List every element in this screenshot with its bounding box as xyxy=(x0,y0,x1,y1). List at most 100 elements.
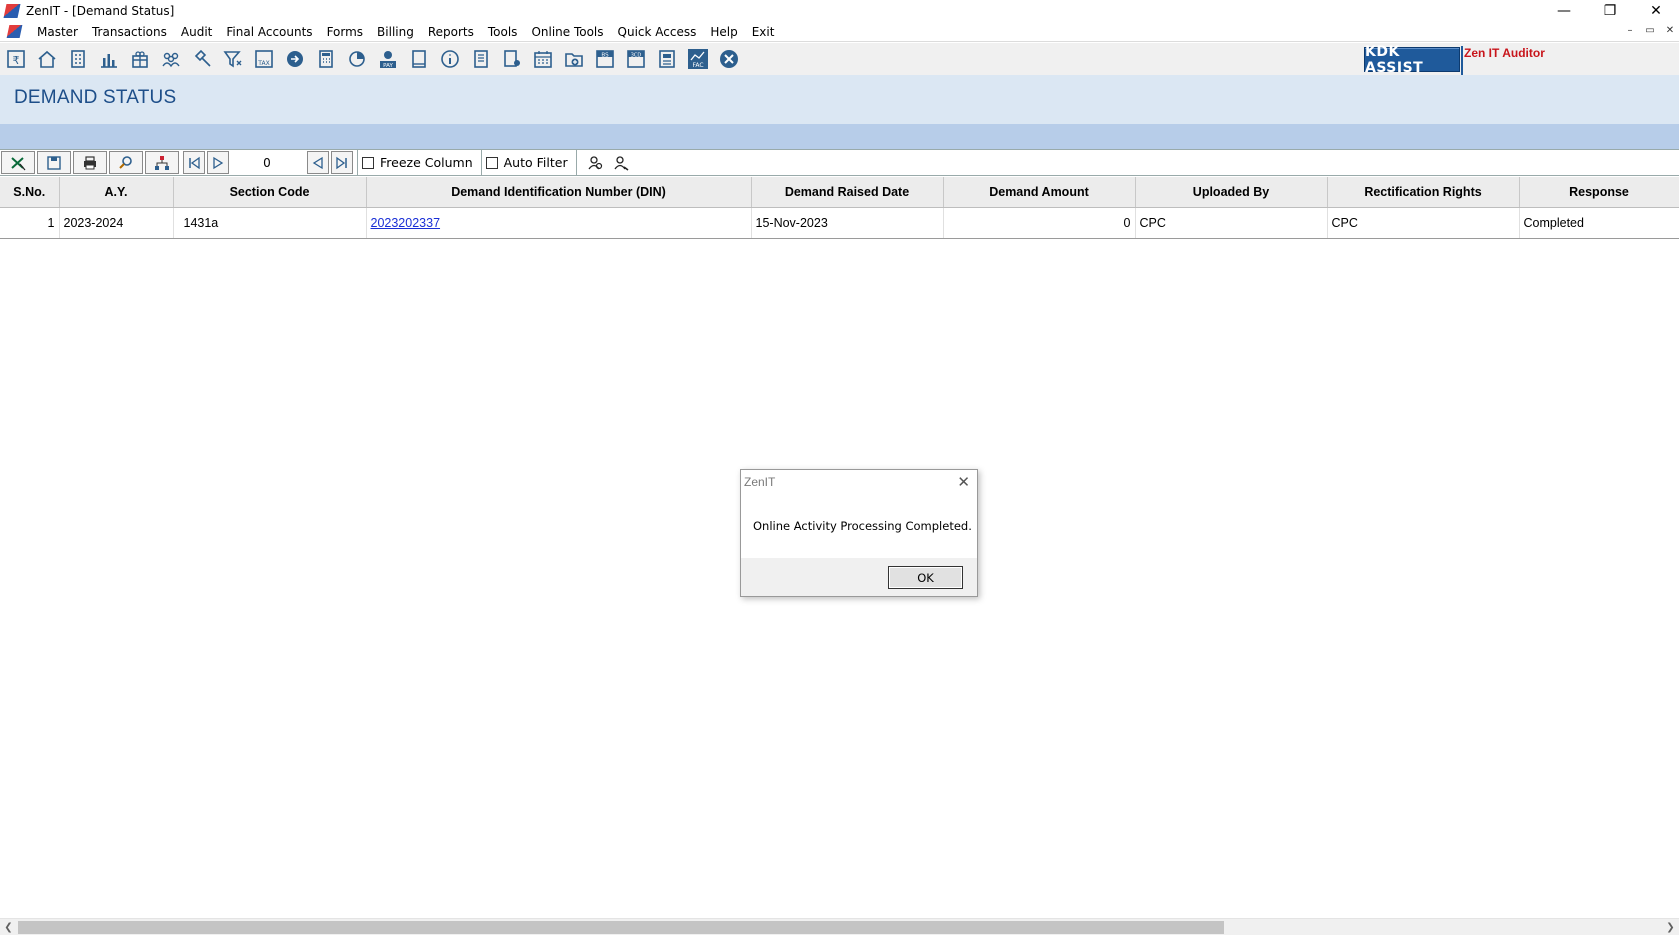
menu-master[interactable]: Master xyxy=(30,25,85,39)
child-close-button[interactable]: ✕ xyxy=(1663,24,1677,38)
user-search-icon[interactable] xyxy=(587,155,603,171)
tax-icon-label: TAX xyxy=(257,60,269,67)
cell-demand-amount[interactable]: 0 xyxy=(943,207,1136,239)
report-icon[interactable] xyxy=(469,47,493,71)
column-header-section-code[interactable]: Section Code xyxy=(173,177,367,208)
menu-quick-access[interactable]: Quick Access xyxy=(611,25,704,39)
menu-help[interactable]: Help xyxy=(703,25,744,39)
user-find-icon[interactable] xyxy=(613,155,629,171)
child-minimize-button[interactable]: – xyxy=(1623,24,1637,38)
arrow-circle-icon[interactable] xyxy=(283,47,307,71)
cell-sno[interactable]: 1 xyxy=(0,207,60,239)
menu-reports[interactable]: Reports xyxy=(421,25,481,39)
kdk-separator xyxy=(1461,46,1463,75)
user-doc-icon[interactable] xyxy=(500,47,524,71)
first-page-button[interactable] xyxy=(183,151,205,174)
menu-tools[interactable]: Tools xyxy=(481,25,525,39)
menu-online-tools[interactable]: Online Tools xyxy=(524,25,610,39)
minimize-button[interactable]: — xyxy=(1541,0,1587,22)
folder-add-icon[interactable] xyxy=(562,47,586,71)
dialog-title: ZenIT xyxy=(744,475,776,489)
close-window-button[interactable]: ✕ xyxy=(1633,0,1679,22)
print-button[interactable] xyxy=(73,151,107,174)
column-header-rectification-rights[interactable]: Rectification Rights xyxy=(1327,177,1520,208)
column-header-uploaded-by[interactable]: Uploaded By xyxy=(1135,177,1328,208)
cell-section-code[interactable]: 1431a xyxy=(173,207,367,239)
bar-chart-icon[interactable] xyxy=(97,47,121,71)
auto-filter-option[interactable]: Auto Filter xyxy=(480,150,576,175)
hammer-icon[interactable] xyxy=(190,47,214,71)
last-page-icon xyxy=(336,156,347,169)
ledger-icon[interactable] xyxy=(655,47,679,71)
cell-din[interactable]: 2023202337 xyxy=(366,207,752,239)
calculator-icon[interactable] xyxy=(314,47,338,71)
child-restore-button[interactable]: ▭ xyxy=(1643,24,1657,38)
rupee-icon[interactable]: ₹ xyxy=(4,47,28,71)
header-band: DEMAND STATUS xyxy=(0,75,1679,124)
previous-page-button[interactable] xyxy=(307,151,329,174)
menu-exit[interactable]: Exit xyxy=(745,25,782,39)
freeze-column-checkbox[interactable] xyxy=(362,156,374,169)
people-icon[interactable] xyxy=(159,47,183,71)
zen-it-auditor-label: Zen IT Auditor xyxy=(1464,46,1545,60)
export-excel-button[interactable] xyxy=(1,151,35,174)
window-title: ZenIT - [Demand Status] xyxy=(26,4,175,18)
cell-uploaded-by[interactable]: CPC xyxy=(1135,207,1328,239)
search-tools xyxy=(575,150,637,175)
scroll-right-arrow[interactable]: ❯ xyxy=(1662,919,1679,936)
child-window-controls: – ▭ ✕ xyxy=(1623,24,1677,38)
calendar-icon[interactable] xyxy=(531,47,555,71)
building-icon[interactable] xyxy=(66,47,90,71)
menu-transactions[interactable]: Transactions xyxy=(85,25,174,39)
kdk-assist-button[interactable]: KDK ASSIST xyxy=(1364,44,1460,76)
title-bar: ZenIT - [Demand Status] — ❐ ✕ xyxy=(0,0,1679,22)
scrollbar-thumb[interactable] xyxy=(18,921,1224,934)
hierarchy-button[interactable] xyxy=(145,151,179,174)
column-header-din[interactable]: Demand Identification Number (DIN) xyxy=(366,177,752,208)
cell-rectification-rights[interactable]: CPC xyxy=(1327,207,1520,239)
column-header-demand-amount[interactable]: Demand Amount xyxy=(943,177,1136,208)
cell-response[interactable]: Completed xyxy=(1519,207,1679,239)
freeze-column-option[interactable]: Freeze Column xyxy=(357,150,481,175)
ok-button[interactable]: OK xyxy=(888,566,963,589)
column-header-sno[interactable]: S.No. xyxy=(0,177,60,208)
book-icon[interactable] xyxy=(407,47,431,71)
cell-demand-raised-date[interactable]: 15-Nov-2023 xyxy=(751,207,944,239)
scroll-left-arrow[interactable]: ❮ xyxy=(0,919,17,936)
close-circle-icon[interactable] xyxy=(717,47,741,71)
page-title: DEMAND STATUS xyxy=(14,87,177,108)
horizontal-scrollbar[interactable]: ❮ ❯ xyxy=(0,918,1679,935)
document-logo-icon[interactable] xyxy=(6,25,23,38)
filter-icon[interactable] xyxy=(221,47,245,71)
cell-ay[interactable]: 2023-2024 xyxy=(59,207,174,239)
column-header-response[interactable]: Response xyxy=(1519,177,1679,208)
dialog-close-icon[interactable]: ✕ xyxy=(957,473,970,491)
find-button[interactable] xyxy=(109,151,143,174)
last-page-button[interactable] xyxy=(331,151,353,174)
column-header-ay[interactable]: A.Y. xyxy=(59,177,174,208)
column-header-demand-raised-date[interactable]: Demand Raised Date xyxy=(751,177,944,208)
dialog-message: Online Activity Processing Completed. xyxy=(753,519,972,533)
menu-final-accounts[interactable]: Final Accounts xyxy=(219,25,319,39)
home-icon[interactable] xyxy=(35,47,59,71)
table-row[interactable]: 1 2023-2024 1431a 2023202337 15-Nov-2023… xyxy=(0,207,1679,239)
din-link[interactable]: 2023202337 xyxy=(371,216,441,230)
printer-icon xyxy=(84,155,96,169)
pie-chart-icon[interactable] xyxy=(345,47,369,71)
next-page-button[interactable] xyxy=(207,151,229,174)
3cd-icon[interactable]: 3CD xyxy=(624,47,648,71)
auto-filter-checkbox[interactable] xyxy=(485,156,498,169)
fac-icon[interactable]: FAC xyxy=(686,47,710,71)
play-icon xyxy=(213,156,224,169)
menu-billing[interactable]: Billing xyxy=(370,25,421,39)
bs-icon[interactable]: BS xyxy=(593,47,617,71)
restore-button[interactable]: ❐ xyxy=(1587,0,1633,22)
pay-icon[interactable]: PAY xyxy=(376,47,400,71)
menu-audit[interactable]: Audit xyxy=(174,25,219,39)
tax-icon[interactable]: TAX xyxy=(252,47,276,71)
gift-icon[interactable] xyxy=(128,47,152,71)
back-icon xyxy=(312,156,323,169)
menu-forms[interactable]: Forms xyxy=(320,25,370,39)
info-icon[interactable] xyxy=(438,47,462,71)
save-button[interactable] xyxy=(37,151,71,174)
